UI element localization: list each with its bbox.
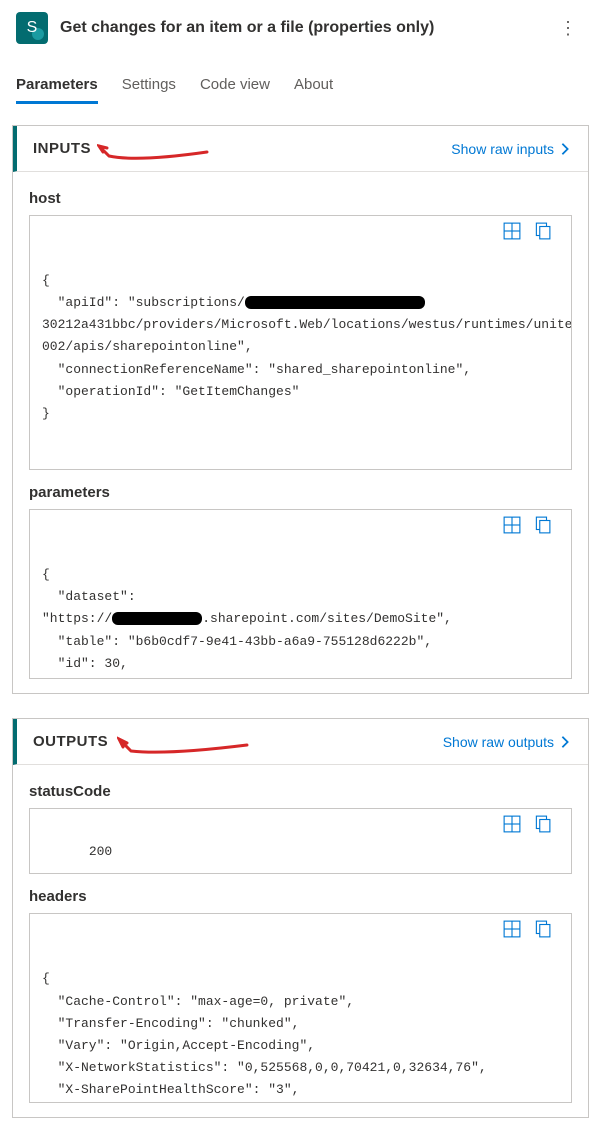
tab-parameters[interactable]: Parameters xyxy=(16,76,98,104)
tab-about[interactable]: About xyxy=(294,76,333,104)
table-view-icon[interactable] xyxy=(503,222,521,240)
show-raw-outputs-link[interactable]: Show raw outputs xyxy=(443,734,572,750)
action-header: S Get changes for an item or a file (pro… xyxy=(0,0,601,56)
tab-settings[interactable]: Settings xyxy=(122,76,176,104)
tab-bar: Parameters Settings Code view About xyxy=(0,76,601,105)
inputs-title: INPUTS xyxy=(33,140,91,157)
annotation-arrow-icon xyxy=(97,138,217,162)
copy-icon[interactable] xyxy=(533,920,551,938)
chevron-right-icon xyxy=(558,142,572,156)
headers-label: headers xyxy=(29,888,572,905)
table-view-icon[interactable] xyxy=(503,815,521,833)
parameters-code-block[interactable]: { "dataset": "https://.sharepoint.com/si… xyxy=(29,509,572,679)
annotation-arrow-icon xyxy=(117,733,257,757)
more-menu-button[interactable]: ⋮ xyxy=(551,14,585,43)
copy-icon[interactable] xyxy=(533,815,551,833)
status-code-block[interactable]: 200 xyxy=(29,808,572,874)
action-title: Get changes for an item or a file (prope… xyxy=(60,19,539,37)
tab-code-view[interactable]: Code view xyxy=(200,76,270,104)
host-code-block[interactable]: { "apiId": "subscriptions/ 30212a431bbc/… xyxy=(29,215,572,470)
status-code-label: statusCode xyxy=(29,783,572,800)
copy-icon[interactable] xyxy=(533,516,551,534)
table-view-icon[interactable] xyxy=(503,920,521,938)
show-raw-inputs-link[interactable]: Show raw inputs xyxy=(451,141,572,157)
chevron-right-icon xyxy=(558,735,572,749)
host-label: host xyxy=(29,190,572,207)
parameters-label: parameters xyxy=(29,484,572,501)
copy-icon[interactable] xyxy=(533,222,551,240)
headers-code-block[interactable]: { "Cache-Control": "max-age=0, private",… xyxy=(29,913,572,1103)
table-view-icon[interactable] xyxy=(503,516,521,534)
outputs-panel: OUTPUTS Show raw outputs statusCode 200 … xyxy=(12,718,589,1118)
sharepoint-icon: S xyxy=(16,12,48,44)
inputs-panel: INPUTS Show raw inputs host { "apiId": "… xyxy=(12,125,589,694)
outputs-title: OUTPUTS xyxy=(33,733,108,750)
outputs-panel-header: OUTPUTS Show raw outputs xyxy=(13,719,588,765)
inputs-panel-header: INPUTS Show raw inputs xyxy=(13,126,588,172)
